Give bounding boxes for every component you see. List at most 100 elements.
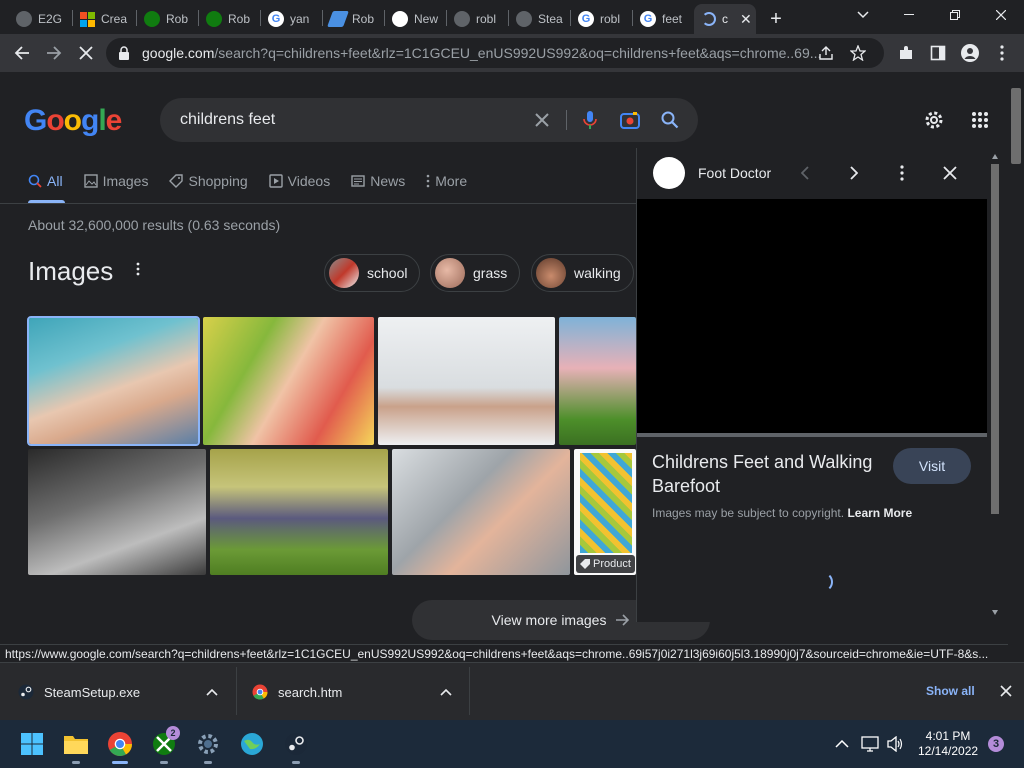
file-explorer-button[interactable]: [60, 728, 92, 764]
browser-taskbar-button[interactable]: [236, 728, 268, 760]
download-item[interactable]: search.htm: [252, 671, 462, 713]
tab-search-button[interactable]: [840, 0, 886, 30]
extensions-button[interactable]: [894, 41, 918, 65]
address-bar[interactable]: google.com /search?q=childrens+feet&rlz=…: [106, 38, 884, 68]
settings-button[interactable]: [922, 108, 946, 132]
chrome-icon: [252, 684, 268, 700]
google-apps-button[interactable]: [968, 108, 992, 132]
start-button[interactable]: [16, 728, 48, 760]
image-result[interactable]: [203, 317, 374, 445]
news-icon: [351, 175, 365, 187]
scrollbar-thumb[interactable]: [1011, 88, 1021, 164]
share-icon[interactable]: [818, 45, 834, 64]
visit-button[interactable]: Visit: [893, 448, 971, 484]
tab-all[interactable]: All: [28, 172, 63, 190]
tab-news[interactable]: News: [351, 172, 405, 190]
microphone-icon[interactable]: [578, 108, 602, 132]
bookmark-star-icon[interactable]: [849, 44, 867, 64]
system-clock[interactable]: 4:01 PM 12/14/2022: [918, 729, 978, 759]
browser-tab[interactable]: Rob: [136, 4, 198, 34]
show-all-downloads-button[interactable]: Show all: [926, 684, 975, 698]
browser-tab[interactable]: G robl: [570, 4, 632, 34]
close-icon: [943, 166, 957, 180]
image-result[interactable]: [392, 449, 570, 575]
browser-menu-button[interactable]: [990, 41, 1014, 65]
source-name[interactable]: Foot Doctor: [698, 165, 771, 181]
close-window-button[interactable]: [978, 0, 1024, 30]
image-result[interactable]: [378, 317, 555, 445]
image-result[interactable]: [210, 449, 388, 575]
image-result[interactable]: Product: [574, 449, 636, 575]
tab-more[interactable]: More: [426, 172, 467, 190]
steam-taskbar-button[interactable]: [280, 728, 312, 764]
previous-image-button[interactable]: [793, 161, 817, 185]
browser-tab[interactable]: G yan: [260, 4, 322, 34]
preview-title[interactable]: Childrens Feet and Walking Barefoot: [652, 450, 882, 498]
image-result[interactable]: [27, 316, 200, 446]
chevron-up-icon: [835, 740, 849, 748]
tab-shopping[interactable]: Shopping: [169, 172, 248, 190]
gear-icon: [198, 734, 218, 754]
search-nav-tabs: All Images Shopping Videos News More: [28, 172, 488, 204]
microsoft-icon: [80, 11, 95, 27]
panel-options-button[interactable]: [890, 161, 914, 185]
forward-button[interactable]: [42, 41, 66, 65]
browser-tab[interactable]: robl: [446, 4, 508, 34]
browser-tab-active[interactable]: c ✕: [694, 4, 756, 34]
roblox-icon: [327, 11, 349, 27]
images-options-button[interactable]: [136, 262, 140, 281]
browser-tab[interactable]: Stea: [508, 4, 570, 34]
browser-tab[interactable]: Rob: [322, 4, 384, 34]
image-preview[interactable]: [637, 199, 987, 433]
play-icon: [268, 174, 283, 188]
search-submit-icon[interactable]: [658, 108, 682, 132]
tab-videos[interactable]: Videos: [268, 172, 330, 190]
stop-loading-button[interactable]: [74, 41, 98, 65]
search-box[interactable]: childrens feet: [160, 98, 698, 142]
image-result[interactable]: [559, 317, 636, 445]
minimize-button[interactable]: [886, 0, 932, 30]
close-tab-icon[interactable]: ✕: [740, 11, 752, 28]
browser-tab[interactable]: G feet: [632, 4, 694, 34]
chrome-icon: [108, 732, 132, 757]
browser-tab[interactable]: Crea: [72, 4, 134, 34]
restore-button[interactable]: [932, 0, 978, 30]
close-shelf-button[interactable]: [996, 681, 1016, 701]
settings-taskbar-button[interactable]: [192, 728, 224, 764]
globe-icon: [516, 11, 532, 27]
browser-tab[interactable]: New: [384, 4, 446, 34]
image-result[interactable]: [28, 449, 206, 575]
image-chip-grass[interactable]: grass: [430, 254, 521, 292]
tab-images[interactable]: Images: [83, 172, 148, 190]
show-hidden-icons-button[interactable]: [832, 728, 852, 760]
notification-center-badge[interactable]: 3: [988, 736, 1004, 752]
volume-button[interactable]: [884, 728, 908, 760]
chevron-up-icon[interactable]: [206, 688, 218, 696]
panel-scrollbar[interactable]: [989, 148, 1001, 622]
download-item[interactable]: SteamSetup.exe: [18, 671, 228, 713]
search-query[interactable]: childrens feet: [180, 111, 275, 129]
folder-icon: [64, 736, 88, 754]
google-logo[interactable]: Google: [24, 104, 122, 138]
download-separator: [236, 667, 237, 715]
camera-lens-icon[interactable]: [618, 108, 642, 132]
chevron-up-icon[interactable]: [440, 688, 452, 696]
side-panel-button[interactable]: [926, 41, 950, 65]
profile-button[interactable]: [958, 41, 982, 65]
learn-more-link[interactable]: Learn More: [847, 506, 912, 520]
browser-tab[interactable]: Rob: [198, 4, 260, 34]
close-panel-button[interactable]: [938, 161, 962, 185]
next-image-button[interactable]: [842, 161, 866, 185]
windows-logo-icon: [21, 733, 43, 755]
back-button[interactable]: [10, 41, 34, 65]
image-chip-walking[interactable]: walking: [531, 254, 634, 292]
xbox-taskbar-button[interactable]: 2: [148, 726, 180, 764]
clear-search-icon[interactable]: [530, 108, 554, 132]
browser-tab[interactable]: E2G: [8, 4, 70, 34]
image-chip-school[interactable]: school: [324, 254, 421, 292]
network-button[interactable]: [858, 728, 882, 760]
page-scrollbar[interactable]: [1008, 72, 1024, 644]
chrome-taskbar-button[interactable]: [104, 728, 136, 764]
new-tab-button[interactable]: +: [760, 4, 792, 34]
chip-thumbnail: [435, 258, 465, 288]
